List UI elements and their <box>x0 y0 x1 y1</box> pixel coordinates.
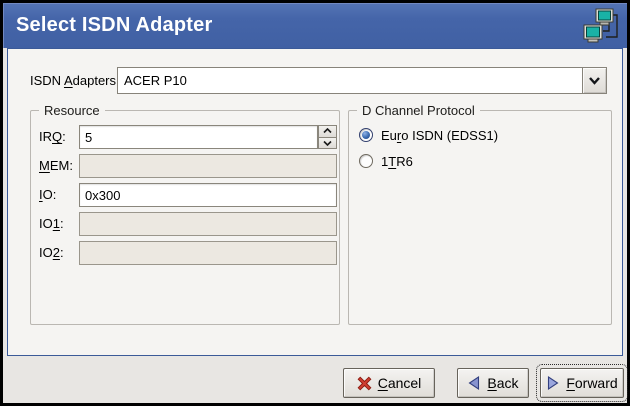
radio-selected-icon[interactable] <box>359 128 373 142</box>
mem-field <box>79 154 337 178</box>
mem-label: MEM: <box>39 154 79 178</box>
spin-down-icon <box>323 140 332 146</box>
forward-button-label: Forward <box>566 375 617 391</box>
irq-spinner[interactable] <box>318 125 337 149</box>
page-title: Select ISDN Adapter <box>3 14 212 37</box>
radio-1tr6-label[interactable]: 1TR6 <box>381 154 413 169</box>
cancel-button[interactable]: Cancel <box>343 368 435 398</box>
io-field[interactable] <box>79 183 337 207</box>
chevron-down-icon <box>588 76 601 85</box>
cancel-button-label: Cancel <box>378 375 422 391</box>
radio-euro-isdn[interactable]: Euro ISDN (EDSS1) <box>359 127 498 143</box>
forward-button[interactable]: Forward <box>540 368 624 398</box>
cancel-x-icon <box>357 376 372 391</box>
back-button-label: Back <box>487 375 518 391</box>
select-isdn-adapter-dialog: Select ISDN Adapter ISDN Adapters: ACER … <box>0 0 630 406</box>
io-label: IO: <box>39 183 79 207</box>
combo-dropdown-button[interactable] <box>582 68 606 93</box>
forward-arrow-icon <box>546 375 560 391</box>
io2-field <box>79 241 337 265</box>
spin-down-button[interactable] <box>318 138 337 150</box>
back-arrow-icon <box>467 375 481 391</box>
isdn-adapters-value[interactable]: ACER P10 <box>118 68 582 93</box>
io1-field <box>79 212 337 236</box>
resource-group-title: Resource <box>39 103 105 118</box>
io2-label: IO2: <box>39 241 79 265</box>
resource-group: Resource IRQ: MEM: IO: <box>30 110 340 325</box>
network-computers-icon <box>582 7 620 45</box>
d-channel-protocol-group: D Channel Protocol Euro ISDN (EDSS1) 1TR… <box>348 110 612 325</box>
d-channel-protocol-group-title: D Channel Protocol <box>357 103 480 118</box>
back-button[interactable]: Back <box>457 368 529 398</box>
isdn-adapters-label: ISDN Adapters: <box>30 67 120 94</box>
radio-euro-isdn-label[interactable]: Euro ISDN (EDSS1) <box>381 128 498 143</box>
spin-up-icon <box>323 128 332 134</box>
io1-label: IO1: <box>39 212 79 236</box>
radio-1tr6[interactable]: 1TR6 <box>359 153 413 169</box>
spin-up-button[interactable] <box>318 125 337 138</box>
irq-field[interactable] <box>79 125 318 149</box>
isdn-adapters-combobox[interactable]: ACER P10 <box>117 67 607 94</box>
radio-unselected-icon[interactable] <box>359 154 373 168</box>
irq-label: IRQ: <box>39 125 79 149</box>
dialog-titlebar: Select ISDN Adapter <box>3 3 627 48</box>
